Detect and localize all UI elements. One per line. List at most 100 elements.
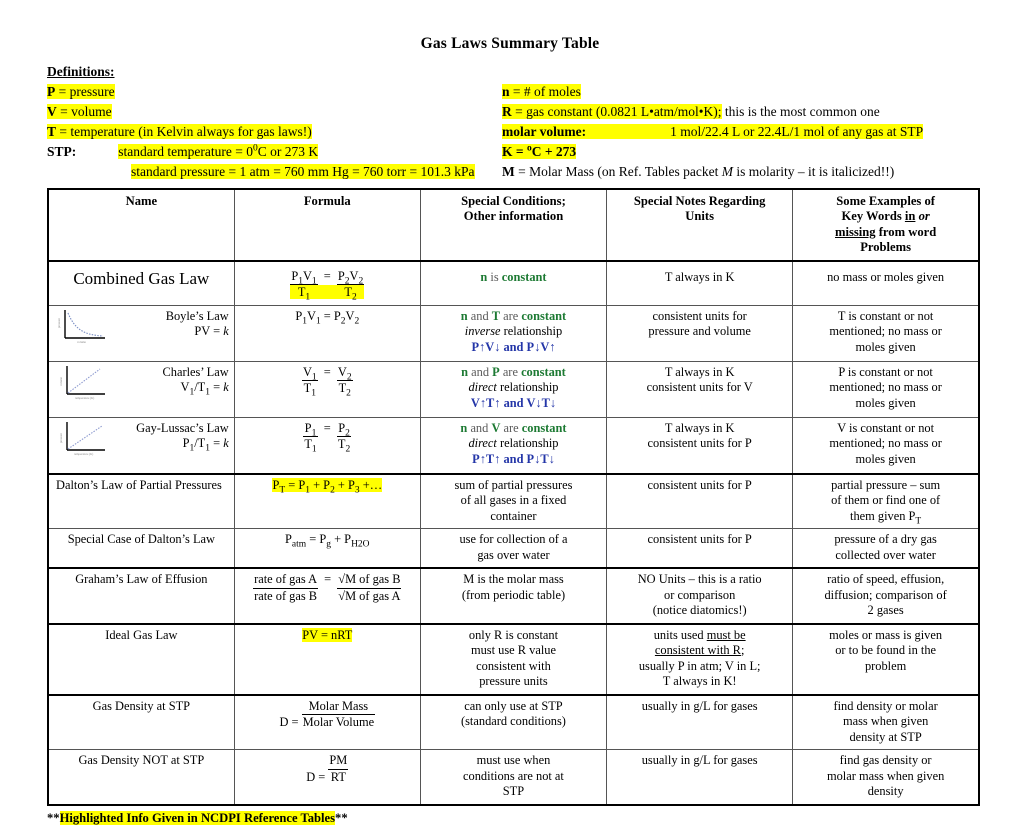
condition-line-3: consistent with [476, 658, 551, 673]
cell-keywords-combined-gas-law: no mass or moles given [792, 259, 980, 306]
cell-units-charles-law: T always in K consistent units for V [606, 360, 794, 418]
units-line-2: consistent with R; [654, 643, 745, 657]
column-header-conditions: Special Conditions; Other information [419, 188, 608, 262]
cell-units-grahams-law: NO Units – this is a ratio or comparison… [606, 567, 794, 624]
definition-pressure: P = pressure [47, 82, 502, 102]
formula-grahams-law: rate of gas Arate of gas B = √M of gas B… [253, 572, 402, 603]
charles-law-graph-thumbnail: volume temperature (K) [55, 361, 111, 402]
table-row: volume temperature (K) Charles’ Law V1/T… [47, 360, 980, 418]
definition-volume: V = volume [47, 102, 502, 122]
condition-line-2: must use R value [470, 643, 556, 657]
footnote-suffix: ** [335, 810, 348, 825]
definition-text-R-plain: this is the most common one [721, 103, 880, 119]
units-line-4: T always in K! [662, 674, 737, 688]
keywords-line-1: V is constant or not [837, 420, 935, 435]
table-row: Special Case of Dalton’s Law Patm = Pg +… [47, 528, 980, 569]
cell-name-special-daltons-law: Special Case of Dalton’s Law [47, 528, 235, 569]
definition-text-n: = # of moles [509, 83, 581, 99]
keywords-line-1: P is constant or not [838, 364, 933, 379]
condition-line-2: direct relationship [468, 436, 559, 450]
cell-units-gas-density-stp: usually in g/L for gases [606, 693, 794, 750]
cell-units-ideal-gas-law: units used must be consistent with R; us… [606, 622, 794, 695]
formula-combined-gas-law: P1V1 T1 = P2V2 T2 [290, 268, 365, 303]
table-row: pressure volume Boyle’s Law PV = k P1V1 … [47, 304, 980, 362]
cell-name-gas-density-stp: Gas Density at STP [47, 693, 235, 750]
cell-conditions-special-daltons-law: use for collection of a gas over water [419, 528, 608, 569]
keywords-line-3: moles given [855, 451, 916, 466]
definition-symbol-molar-volume: molar volume: [502, 123, 587, 139]
keywords-line-2: molar mass when given [826, 768, 945, 783]
law-name: Special Case of Dalton’s Law [67, 532, 215, 546]
condition-line-1: must use when [476, 753, 551, 767]
definition-symbol-T: T [47, 123, 57, 139]
cell-name-ideal-gas-law: Ideal Gas Law [47, 622, 235, 695]
cell-conditions-charles-law: n and P are constant direct relationship… [419, 360, 608, 418]
formula-numerator: PM [328, 753, 349, 770]
cell-conditions-gay-lussacs-law: n and V are constant direct relationship… [419, 416, 608, 474]
definition-moles: n = # of moles [502, 82, 988, 102]
cell-formula-ideal-gas-law: PV = nRT [233, 622, 421, 695]
definition-symbol-M: M [502, 163, 515, 179]
cell-formula-combined-gas-law: P1V1 T1 = P2V2 T2 [233, 259, 421, 306]
cell-formula-grahams-law: rate of gas Arate of gas B = √M of gas B… [233, 567, 421, 624]
formula-boyles-law: P1V1 = P2V2 [295, 308, 360, 326]
definitions-left-column: P = pressure V = volume T = temperature … [47, 82, 502, 182]
cell-keywords-charles-law: P is constant or not mentioned; no mass … [792, 360, 980, 418]
table-row: Gas Density NOT at STP D = PM RT must use… [47, 749, 980, 805]
keywords-line-3: moles given [855, 395, 916, 410]
cell-name-gas-density-not-stp: Gas Density NOT at STP [47, 749, 235, 805]
units-line-1: T always in K [664, 420, 735, 435]
keywords-line-2: diffusion; comparison of [824, 587, 947, 602]
definition-text-STP-pressure: standard pressure = 1 atm = 760 mm Hg = … [131, 163, 475, 179]
definition-text-kelvin: K = oC + 273 [502, 143, 577, 159]
condition-line-2: direct relationship [468, 380, 559, 394]
keywords-line-3: problem [864, 658, 907, 673]
keywords-line-1: find gas density or [839, 753, 932, 767]
table-row: Ideal Gas Law PV = nRT only R is constan… [47, 622, 980, 695]
definitions-block: Definitions: P = pressure V = volume T =… [0, 62, 1020, 182]
law-name: Combined Gas Law [73, 268, 210, 288]
definition-text-M: = Molar Mass (on Ref. Tables packet M is… [514, 163, 895, 179]
column-header-units: Special Notes Regarding Units [606, 188, 794, 262]
page-title: Gas Laws Summary Table [420, 35, 600, 52]
definition-kelvin: K = oC + 273 [502, 142, 988, 162]
formula-gay-lussacs-law: P1 T1 = P2 T2 [303, 420, 352, 455]
definition-stp-pressure: standard pressure = 1 atm = 760 mm Hg = … [47, 162, 502, 182]
table-row: Graham’s Law of Effusion rate of gas Ara… [47, 567, 980, 624]
svg-text:pressure: pressure [59, 432, 63, 443]
condition-line-3: V↑T↑ and V↓T↓ [470, 395, 557, 410]
definition-gas-constant: R = gas constant (0.0821 L•atm/mol•K); t… [502, 102, 988, 122]
condition-line-2: (from periodic table) [461, 587, 566, 602]
definition-symbol-n: n [502, 83, 510, 99]
cell-formula-special-daltons-law: Patm = Pg + PH2O [233, 528, 421, 569]
units-line-1: consistent units for P [647, 477, 752, 492]
cell-keywords-ideal-gas-law: moles or mass is given or to be found in… [792, 622, 980, 695]
condition-line-3: STP [502, 784, 525, 798]
definition-molar-mass: M = Molar Mass (on Ref. Tables packet M … [502, 162, 988, 182]
keywords-line-1: ratio of speed, effusion, [827, 572, 945, 586]
definitions-heading: Definitions: [47, 63, 115, 79]
condition-line-4: pressure units [479, 674, 548, 688]
footnote-prefix: ** [47, 810, 60, 825]
definition-text-T: = temperature (in Kelvin always for gas … [56, 123, 312, 139]
keywords-line-1: find density or molar [833, 698, 938, 713]
definitions-right-column: n = # of moles R = gas constant (0.0821 … [502, 82, 988, 182]
law-name: Ideal Gas Law [105, 627, 178, 642]
cell-name-charles-law: volume temperature (K) Charles’ Law V1/T… [47, 360, 235, 418]
keywords-line-3: 2 gases [867, 603, 904, 617]
formula-numerator: Molar Mass [301, 699, 376, 715]
keywords-line-1: pressure of a dry gas [834, 532, 937, 546]
svg-text:pressure: pressure [57, 317, 61, 328]
law-name: Gas Density at STP [92, 698, 191, 713]
cell-name-boyles-law: pressure volume Boyle’s Law PV = k [47, 304, 235, 362]
definition-symbol-R: R [502, 103, 512, 119]
definition-stp-temperature: STP: standard temperature = 00C or 273 K [47, 142, 502, 162]
formula-ideal-gas-law: PV = nRT [302, 627, 353, 642]
cell-units-daltons-law: consistent units for P [606, 472, 794, 529]
law-name: Graham’s Law of Effusion [75, 572, 208, 586]
column-header-keywords: Some Examples of Key Words in or missing f… [792, 188, 980, 262]
cell-keywords-special-daltons-law: pressure of a dry gas collected over wat… [792, 528, 980, 569]
keywords-line-1: partial pressure – sum [831, 477, 941, 492]
table-row: Dalton’s Law of Partial Pressures PT = P… [47, 472, 980, 529]
table-header-row: Name Formula Special Conditions; Other in… [47, 188, 980, 262]
